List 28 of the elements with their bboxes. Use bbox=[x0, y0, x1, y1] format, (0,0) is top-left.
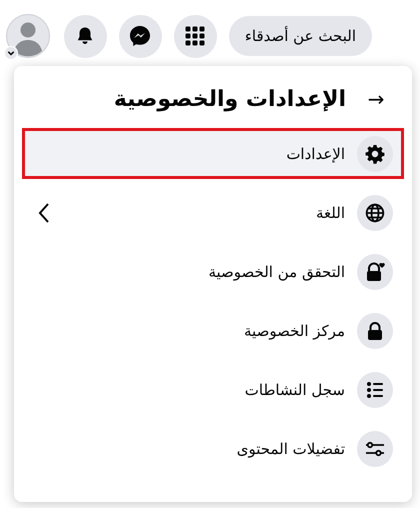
menu-item-label: مركز الخصوصية bbox=[244, 322, 345, 340]
grid-icon bbox=[185, 26, 206, 46]
chevron-left-icon bbox=[37, 202, 51, 224]
menu-item[interactable]: مركز الخصوصية bbox=[22, 305, 404, 356]
menu-item[interactable]: الإعدادات bbox=[22, 128, 404, 179]
account-button[interactable] bbox=[6, 14, 50, 58]
menu-item[interactable]: التحقق من الخصوصية bbox=[22, 246, 404, 297]
back-button[interactable]: → bbox=[364, 84, 388, 114]
lock-icon bbox=[365, 320, 385, 340]
apps-menu-button[interactable] bbox=[174, 14, 217, 58]
gear-icon bbox=[365, 144, 385, 164]
caret-icon bbox=[4, 46, 18, 60]
menu-item-label: سجل النشاطات bbox=[244, 380, 345, 398]
menu-item-label: تفضيلات المحتوى bbox=[236, 440, 345, 458]
menu-item-label: الإعدادات bbox=[286, 144, 345, 162]
globe-icon bbox=[365, 202, 385, 222]
menu-item[interactable]: سجل النشاطات bbox=[22, 364, 404, 415]
messenger-icon bbox=[129, 25, 152, 47]
menu-item[interactable]: اللغة bbox=[22, 187, 404, 238]
notifications-button[interactable] bbox=[64, 14, 107, 58]
menu-item-label: التحقق من الخصوصية bbox=[208, 262, 345, 280]
menu-item-label: اللغة bbox=[316, 204, 345, 222]
menu-item[interactable]: تفضيلات المحتوى bbox=[22, 423, 404, 474]
search-friends-button[interactable]: البحث عن أصدقاء bbox=[228, 16, 372, 56]
menu-title: الإعدادات والخصوصية bbox=[114, 86, 346, 112]
avatar-icon bbox=[6, 14, 50, 58]
list-icon bbox=[365, 380, 385, 400]
lock-heart-icon bbox=[365, 262, 385, 282]
